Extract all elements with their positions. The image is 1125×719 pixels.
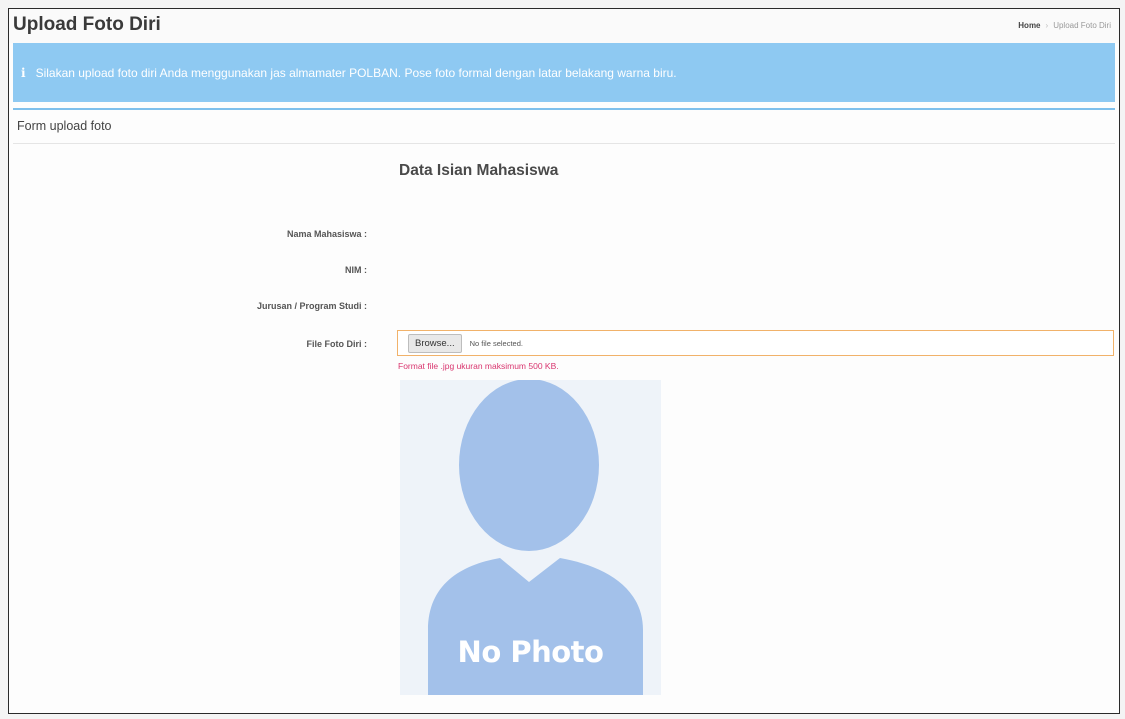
file-format-hint: Format file .jpg ukuran maksimum 500 KB.	[398, 361, 559, 371]
panel-top-border	[13, 108, 1115, 110]
breadcrumb-separator: ›	[1045, 21, 1049, 30]
page-header: Upload Foto Diri Home › Upload Foto Diri	[9, 9, 1119, 43]
breadcrumb-home-link[interactable]: Home	[1018, 21, 1040, 30]
panel-divider	[13, 143, 1115, 144]
panel-heading: Form upload foto	[17, 119, 112, 133]
breadcrumb: Home › Upload Foto Diri	[1018, 21, 1111, 30]
label-nama-mahasiswa: Nama Mahasiswa :	[286, 229, 367, 239]
info-icon: i	[21, 65, 26, 80]
form-title: Data Isian Mahasiswa	[399, 162, 559, 179]
page-frame: Upload Foto Diri Home › Upload Foto Diri i…	[8, 8, 1120, 714]
info-alert: i Silakan upload foto diri Anda mengguna…	[13, 43, 1115, 102]
browse-button[interactable]: Browse...	[408, 333, 462, 353]
file-input[interactable]: Browse... No file selected.	[397, 330, 1114, 356]
photo-preview: No Photo	[400, 380, 661, 695]
label-file-foto-diri: File Foto Diri :	[306, 339, 368, 349]
file-status-text: No file selected.	[469, 338, 523, 348]
alert-text: Silakan upload foto diri Anda menggunaka…	[35, 65, 677, 80]
page-title: Upload Foto Diri	[13, 14, 161, 35]
label-nim: NIM :	[345, 265, 367, 275]
label-jurusan-program-studi: Jurusan / Program Studi :	[256, 301, 367, 311]
breadcrumb-current: Upload Foto Diri	[1053, 21, 1111, 30]
no-photo-label: No Photo	[457, 635, 604, 669]
